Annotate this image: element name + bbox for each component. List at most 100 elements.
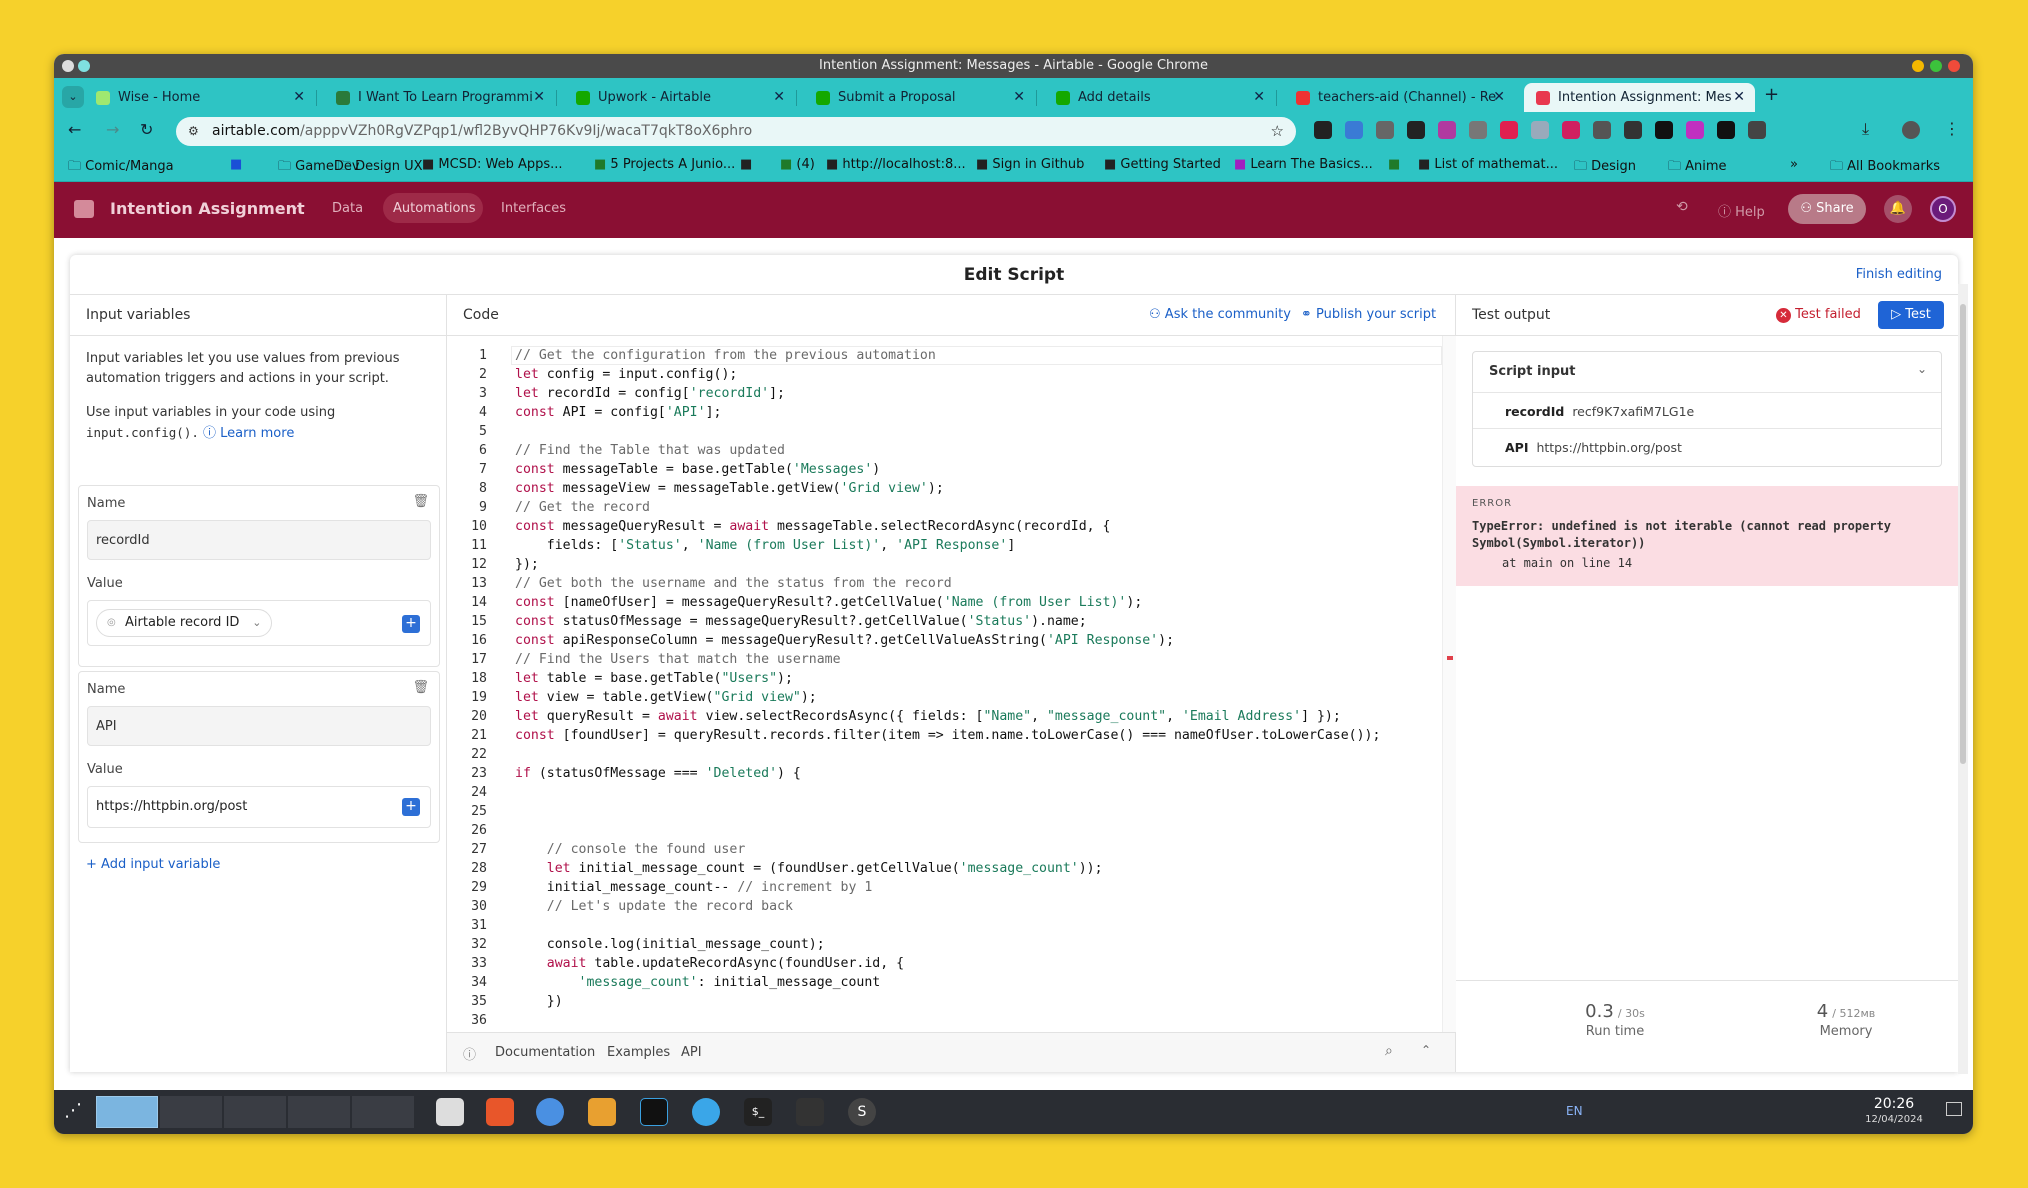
browser-tab[interactable]: Wise - Home ✕	[84, 83, 315, 112]
close-window-button[interactable]	[1948, 60, 1960, 72]
terminal-app-icon[interactable]: $_	[744, 1098, 772, 1126]
bookmark-item[interactable]: ■	[230, 157, 242, 172]
test-button[interactable]: ▷ Test	[1878, 301, 1944, 329]
chevron-down-icon[interactable]: ⌄	[290, 200, 299, 213]
extension-icon[interactable]	[1686, 121, 1704, 139]
webstorm-app-icon[interactable]	[640, 1098, 668, 1126]
bookmark-item[interactable]: ■ List of mathemat...	[1418, 157, 1558, 172]
search-icon[interactable]: ⌕	[1385, 1043, 1393, 1059]
address-bar[interactable]: ⚙ airtable.com/apppvVZh0RgVZPqp1/wfl2Byv…	[176, 117, 1296, 146]
workspace-1[interactable]	[96, 1096, 158, 1128]
code-line[interactable]: // Find the Table that was updated	[515, 441, 785, 460]
close-tab-icon[interactable]: ✕	[773, 83, 785, 112]
code-line[interactable]: // Get the record	[515, 498, 650, 517]
close-tab-icon[interactable]: ✕	[1733, 83, 1745, 112]
store-app-icon[interactable]	[486, 1098, 514, 1126]
extension-icon[interactable]	[1748, 121, 1766, 139]
history-icon[interactable]: ⟲	[1676, 199, 1688, 215]
workspace-2[interactable]	[160, 1096, 222, 1128]
code-line[interactable]: console.log(initial_message_count);	[515, 935, 825, 954]
bookmark-item[interactable]: 🗀 All Bookmarks	[1830, 157, 1940, 179]
notifications-icon[interactable]: 🔔	[1884, 195, 1912, 223]
extension-icon[interactable]	[1593, 121, 1611, 139]
code-line[interactable]: const API = config['API'];	[515, 403, 721, 422]
code-line[interactable]: });	[515, 555, 539, 574]
code-line[interactable]: let config = input.config();	[515, 365, 737, 384]
insert-token-button[interactable]: +	[402, 615, 420, 633]
app-icon[interactable]	[692, 1098, 720, 1126]
code-line[interactable]: const messageQueryResult = await message…	[515, 517, 1110, 536]
trash-icon[interactable]: 🗑	[412, 680, 429, 695]
code-line[interactable]: // Find the Users that match the usernam…	[515, 650, 841, 669]
extension-icon[interactable]	[1624, 121, 1642, 139]
insert-token-button[interactable]: +	[402, 798, 420, 816]
close-tab-icon[interactable]: ✕	[1013, 83, 1025, 112]
account-avatar[interactable]: O	[1930, 196, 1956, 222]
extension-icon[interactable]	[1438, 121, 1456, 139]
launcher-icon[interactable]: ⋰	[64, 1100, 82, 1121]
profile-avatar[interactable]	[1902, 121, 1920, 139]
browser-tab[interactable]: Intention Assignment: Mes ✕	[1524, 83, 1755, 112]
editor-scrollbar[interactable]	[1442, 336, 1456, 1032]
documentation-tab[interactable]: Documentation	[495, 1045, 595, 1060]
code-line[interactable]: const [foundUser] = queryResult.records.…	[515, 726, 1380, 745]
chevron-down-icon[interactable]: ⌄	[1917, 362, 1927, 376]
learn-more-link[interactable]: ⓘ Learn more	[203, 426, 294, 441]
extension-icon[interactable]	[1531, 121, 1549, 139]
code-line[interactable]: const statusOfMessage = messageQueryResu…	[515, 612, 1087, 631]
nav-automations[interactable]: Automations	[393, 201, 476, 216]
code-line[interactable]: await table.updateRecordAsync(foundUser.…	[515, 954, 904, 973]
close-tab-icon[interactable]: ✕	[1493, 83, 1505, 112]
bookmark-item[interactable]: 🗀 Design	[1574, 157, 1636, 179]
bookmark-item[interactable]: ■	[1388, 157, 1400, 172]
code-line[interactable]: // Get the configuration from the previo…	[515, 346, 936, 365]
minimize-button[interactable]	[1912, 60, 1924, 72]
tab-search-button[interactable]: ⌄	[62, 86, 84, 108]
code-line[interactable]: // Get both the username and the status …	[515, 574, 952, 593]
bookmark-item[interactable]: 🗀 Design UX	[338, 157, 423, 179]
bookmark-item[interactable]: 🗀 Comic/Manga	[68, 157, 174, 179]
extension-icon[interactable]	[1655, 121, 1673, 139]
help-link[interactable]: ⓘ Help	[1718, 201, 1765, 220]
api-tab[interactable]: API	[681, 1045, 702, 1060]
airtable-logo-icon[interactable]	[74, 200, 94, 218]
code-line[interactable]: 'message_count': initial_message_count	[515, 973, 881, 992]
show-desktop-button[interactable]	[1946, 1102, 1962, 1116]
chevron-up-icon[interactable]: ⌃	[1421, 1043, 1431, 1057]
bookmark-star-icon[interactable]: ☆	[1271, 117, 1284, 146]
workspace-3[interactable]	[224, 1096, 286, 1128]
extension-icon[interactable]	[1562, 121, 1580, 139]
variable-name-input[interactable]: API	[87, 706, 431, 746]
code-line[interactable]: let view = table.getView("Grid view");	[515, 688, 817, 707]
code-line[interactable]: const [nameOfUser] = messageQueryResult?…	[515, 593, 1142, 612]
keyboard-language[interactable]: EN	[1566, 1104, 1583, 1118]
new-tab-button[interactable]: +	[1764, 84, 1779, 105]
site-info-icon[interactable]: ⚙	[188, 117, 199, 146]
bookmark-item[interactable]: ■ Learn The Basics...	[1234, 157, 1373, 172]
workspace-5[interactable]	[352, 1096, 414, 1128]
code-line[interactable]: let initial_message_count = (foundUser.g…	[515, 859, 1103, 878]
app-icon[interactable]: S	[848, 1098, 876, 1126]
code-line[interactable]: // console the found user	[515, 840, 746, 859]
extension-icon[interactable]	[1345, 121, 1363, 139]
code-line[interactable]: const messageTable = base.getTable('Mess…	[515, 460, 880, 479]
download-icon[interactable]: ⤓	[1862, 119, 1869, 139]
ask-community-link[interactable]: ⚇ Ask the community	[1149, 307, 1291, 322]
code-line[interactable]: const messageView = messageTable.getView…	[515, 479, 944, 498]
browser-tab[interactable]: Upwork - Airtable ✕	[564, 83, 795, 112]
nav-interfaces[interactable]: Interfaces	[501, 201, 566, 216]
extension-icon[interactable]	[1376, 121, 1394, 139]
help-icon[interactable]: ⓘ	[463, 1044, 476, 1063]
nav-data[interactable]: Data	[332, 201, 363, 216]
settings-app-icon[interactable]	[436, 1098, 464, 1126]
variable-value-field[interactable]: ◎ Airtable record ID ⌄ +	[87, 600, 431, 646]
publish-script-link[interactable]: ⚭ Publish your script	[1301, 307, 1436, 322]
close-tab-icon[interactable]: ✕	[533, 83, 545, 112]
page-scrollbar[interactable]	[1958, 284, 1968, 1074]
examples-tab[interactable]: Examples	[607, 1045, 670, 1060]
clock-time[interactable]: 20:26	[1862, 1096, 1926, 1112]
extension-icon[interactable]	[1469, 121, 1487, 139]
browser-tab[interactable]: Submit a Proposal ✕	[804, 83, 1035, 112]
share-button[interactable]: ⚇ Share	[1788, 194, 1866, 224]
code-line[interactable]: let recordId = config['recordId'];	[515, 384, 785, 403]
